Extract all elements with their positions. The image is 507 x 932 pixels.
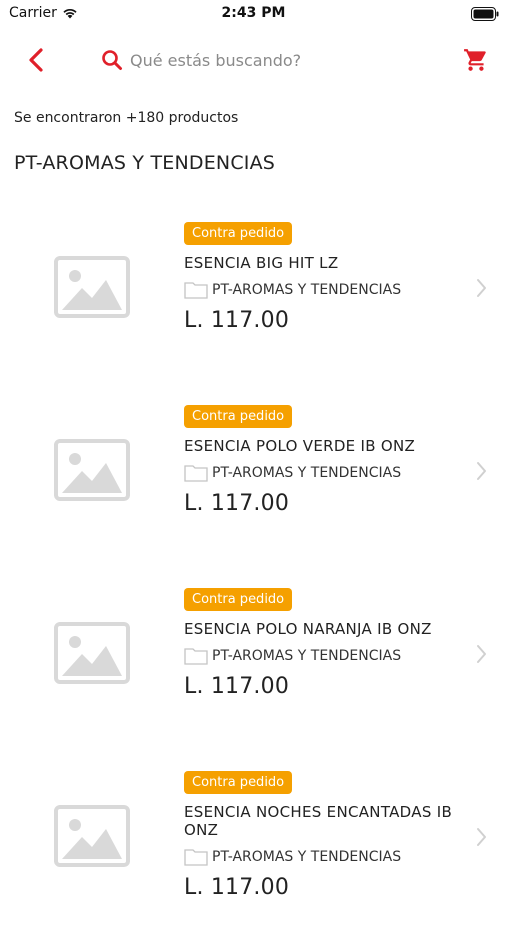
chevron-left-icon	[29, 48, 43, 72]
results-count: Se encontraron +180 productos	[14, 110, 239, 126]
image-placeholder-icon	[54, 256, 130, 318]
availability-badge: Contra pedido	[184, 771, 293, 794]
product-info: Contra pedido ESENCIA POLO VERDE IB ONZ …	[184, 405, 464, 516]
image-placeholder-icon	[54, 622, 130, 684]
product-category: PT-AROMAS Y TENDENCIAS	[184, 281, 464, 299]
back-button[interactable]	[22, 46, 50, 74]
cart-button[interactable]	[461, 45, 491, 75]
product-price: L. 117.00	[184, 491, 290, 516]
status-time: 2:43 PM	[221, 5, 286, 21]
product-card[interactable]: Contra pedido ESENCIA BIG HIT LZ PT-AROM…	[0, 200, 507, 383]
chevron-right-icon	[477, 279, 486, 297]
image-placeholder-icon	[54, 805, 130, 867]
search-bar[interactable]	[100, 45, 430, 75]
product-name: ESENCIA POLO NARANJA IB ONZ	[184, 620, 432, 638]
product-price: L. 117.00	[184, 308, 290, 333]
product-info: Contra pedido ESENCIA NOCHES ENCANTADAS …	[184, 771, 464, 900]
shopping-cart-icon	[464, 49, 486, 71]
folder-icon	[184, 465, 208, 482]
product-info: Contra pedido ESENCIA POLO NARANJA IB ON…	[184, 588, 464, 699]
product-card[interactable]: Contra pedido ESENCIA POLO VERDE IB ONZ …	[0, 383, 507, 566]
battery-icon	[471, 6, 499, 25]
product-price: L. 117.00	[184, 875, 290, 900]
product-category-label: PT-AROMAS Y TENDENCIAS	[212, 465, 402, 481]
product-price: L. 117.00	[184, 674, 290, 699]
chevron-right-icon	[477, 828, 486, 846]
product-name: ESENCIA NOCHES ENCANTADAS IB ONZ	[184, 803, 453, 839]
product-category-label: PT-AROMAS Y TENDENCIAS	[212, 282, 402, 298]
product-category: PT-AROMAS Y TENDENCIAS	[184, 848, 464, 866]
product-category-label: PT-AROMAS Y TENDENCIAS	[212, 648, 402, 664]
availability-badge: Contra pedido	[184, 405, 293, 428]
image-placeholder-icon	[54, 439, 130, 501]
product-list: Contra pedido ESENCIA BIG HIT LZ PT-AROM…	[0, 200, 507, 932]
product-info: Contra pedido ESENCIA BIG HIT LZ PT-AROM…	[184, 222, 464, 333]
chevron-right-icon	[477, 462, 486, 480]
nav-bar	[0, 40, 507, 82]
chevron-right-icon	[477, 645, 486, 663]
product-card[interactable]: Contra pedido ESENCIA NOCHES ENCANTADAS …	[0, 749, 507, 932]
folder-icon	[184, 849, 208, 866]
search-input[interactable]	[124, 50, 420, 70]
product-category-label: PT-AROMAS Y TENDENCIAS	[212, 849, 402, 865]
availability-badge: Contra pedido	[184, 588, 293, 611]
product-category: PT-AROMAS Y TENDENCIAS	[184, 647, 464, 665]
folder-icon	[184, 282, 208, 299]
product-name: ESENCIA POLO VERDE IB ONZ	[184, 437, 416, 455]
folder-icon	[184, 648, 208, 665]
search-icon	[102, 50, 122, 70]
product-name: ESENCIA BIG HIT LZ	[184, 254, 339, 272]
availability-badge: Contra pedido	[184, 222, 293, 245]
product-category: PT-AROMAS Y TENDENCIAS	[184, 464, 464, 482]
category-title: PT-AROMAS Y TENDENCIAS	[14, 152, 276, 174]
status-bar: Carrier 2:43 PM	[0, 0, 507, 28]
product-card[interactable]: Contra pedido ESENCIA POLO NARANJA IB ON…	[0, 566, 507, 749]
